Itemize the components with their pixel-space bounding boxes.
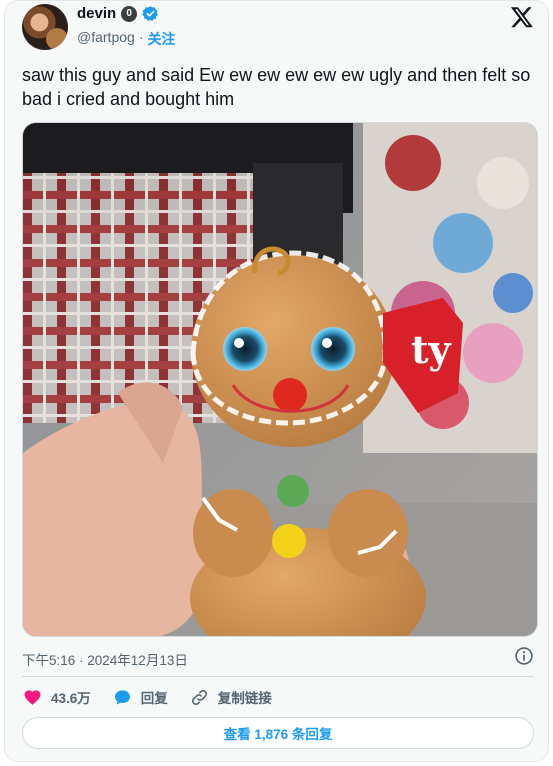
x-logo-icon[interactable] <box>510 5 534 29</box>
speech-bubble-icon <box>114 689 130 705</box>
author-handle[interactable]: @fartpog <box>77 29 135 49</box>
like-button[interactable]: 43.6万 <box>23 687 91 707</box>
tweet-text: saw this guy and said Ew ew ew ew ew ew … <box>22 65 531 109</box>
author-display-name[interactable]: devin <box>77 5 116 22</box>
reply-button[interactable]: 回复 <box>113 687 168 707</box>
info-icon[interactable] <box>514 646 534 666</box>
reply-label: 回复 <box>140 691 168 706</box>
author-name-row: devin 0 <box>77 5 159 22</box>
copy-link-button[interactable]: 复制链接 <box>190 687 272 707</box>
view-replies-button[interactable]: 查看 1,876 条回复 <box>22 717 534 749</box>
follow-link[interactable]: 关注 <box>147 29 175 49</box>
tweet-card: devin 0 @fartpog · 关注 saw this guy and s… <box>4 0 549 762</box>
avatar[interactable] <box>22 4 68 50</box>
svg-text:ty: ty <box>411 327 452 372</box>
tweet-photo[interactable]: ty <box>22 122 538 637</box>
copy-link-label: 复制链接 <box>217 691 272 706</box>
heart-icon <box>24 689 41 705</box>
handle-separator: · <box>138 29 144 45</box>
likes-count: 43.6万 <box>51 691 91 706</box>
gingerbread-plush-photo: ty <box>23 123 537 636</box>
affiliate-badge: 0 <box>121 5 138 22</box>
tweet-actions: 43.6万 回复 复制链接 <box>23 687 294 707</box>
tweet-timestamp[interactable]: 下午5:16 · 2024年12月13日 <box>22 649 188 669</box>
divider <box>22 676 534 677</box>
link-icon <box>191 689 207 705</box>
author-handle-row: @fartpog · 关注 <box>77 29 175 49</box>
verified-badge-icon <box>142 6 159 21</box>
